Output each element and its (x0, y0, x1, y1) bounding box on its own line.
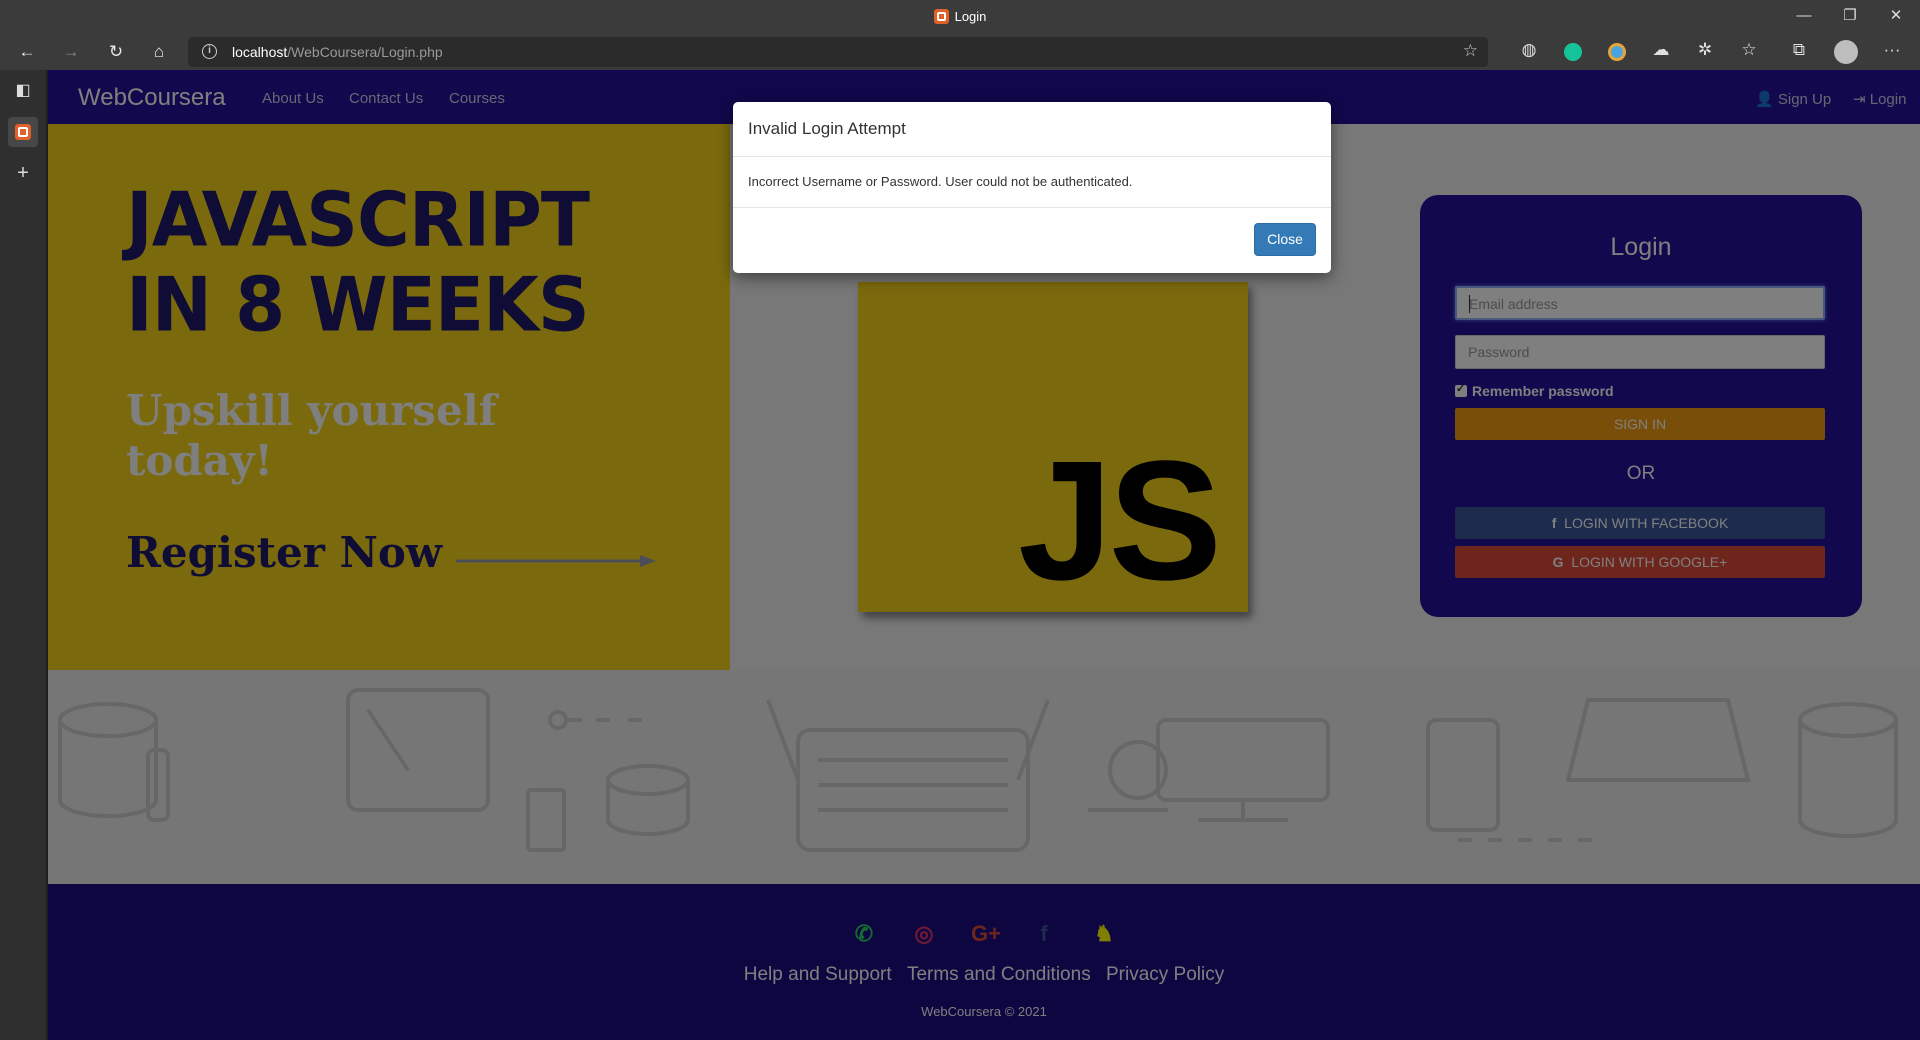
page-viewport: WebCoursera About Us Contact Us Courses … (48, 70, 1920, 1040)
collections-icon[interactable]: ⧉ (1788, 40, 1810, 60)
home-icon[interactable]: ⌂ (146, 40, 172, 64)
window-title: Login (0, 9, 1920, 24)
add-favorite-icon[interactable]: ☆ (1463, 41, 1478, 61)
extensions-icon[interactable]: ✲ (1694, 40, 1716, 60)
browser-toolbar: ← → ↻ ⌂ i localhost/WebCoursera/Login.ph… (0, 34, 1920, 70)
xampp-tab-icon (15, 124, 31, 140)
modal-close-button[interactable]: Close (1254, 223, 1316, 256)
address-bar[interactable]: i localhost/WebCoursera/Login.php ☆ (188, 37, 1488, 67)
modal-message: Incorrect Username or Password. User cou… (748, 174, 1133, 189)
modal-footer: Close (733, 207, 1331, 273)
vpn-extension-icon[interactable]: ◍ (1518, 40, 1540, 60)
vertical-tab-strip: ◧ + (0, 70, 47, 1040)
cloud-extension-icon[interactable]: ☁ (1650, 40, 1672, 60)
ghostery-extension-icon[interactable] (1608, 43, 1626, 61)
new-tab-icon[interactable]: + (12, 162, 34, 184)
modal-title: Invalid Login Attempt (748, 119, 906, 138)
window-title-text: Login (954, 9, 987, 24)
restore-button[interactable]: ❐ (1827, 0, 1873, 34)
more-icon[interactable]: ··· (1881, 40, 1903, 60)
modal-header: Invalid Login Attempt (733, 102, 1331, 157)
xampp-favicon-icon (933, 9, 949, 24)
tab-login[interactable] (8, 117, 38, 147)
back-icon[interactable]: ← (14, 40, 40, 64)
profile-icon[interactable] (1834, 40, 1858, 64)
forward-icon[interactable]: → (58, 40, 84, 64)
minimize-button[interactable]: — (1781, 0, 1827, 34)
url-path: /WebCoursera/Login.php (287, 44, 443, 60)
invalid-login-modal: Invalid Login Attempt Incorrect Username… (733, 102, 1331, 273)
window-titlebar: Login — ❐ ✕ (0, 0, 1920, 34)
refresh-icon[interactable]: ↻ (103, 40, 129, 64)
tab-actions-icon[interactable]: ◧ (12, 80, 34, 102)
close-window-button[interactable]: ✕ (1873, 0, 1919, 34)
favorites-icon[interactable]: ☆ (1738, 40, 1760, 60)
url-host: localhost (232, 44, 288, 60)
url-text[interactable]: localhost/WebCoursera/Login.php (232, 44, 443, 60)
site-info-icon[interactable]: i (202, 44, 217, 59)
grammarly-extension-icon[interactable] (1564, 43, 1582, 61)
